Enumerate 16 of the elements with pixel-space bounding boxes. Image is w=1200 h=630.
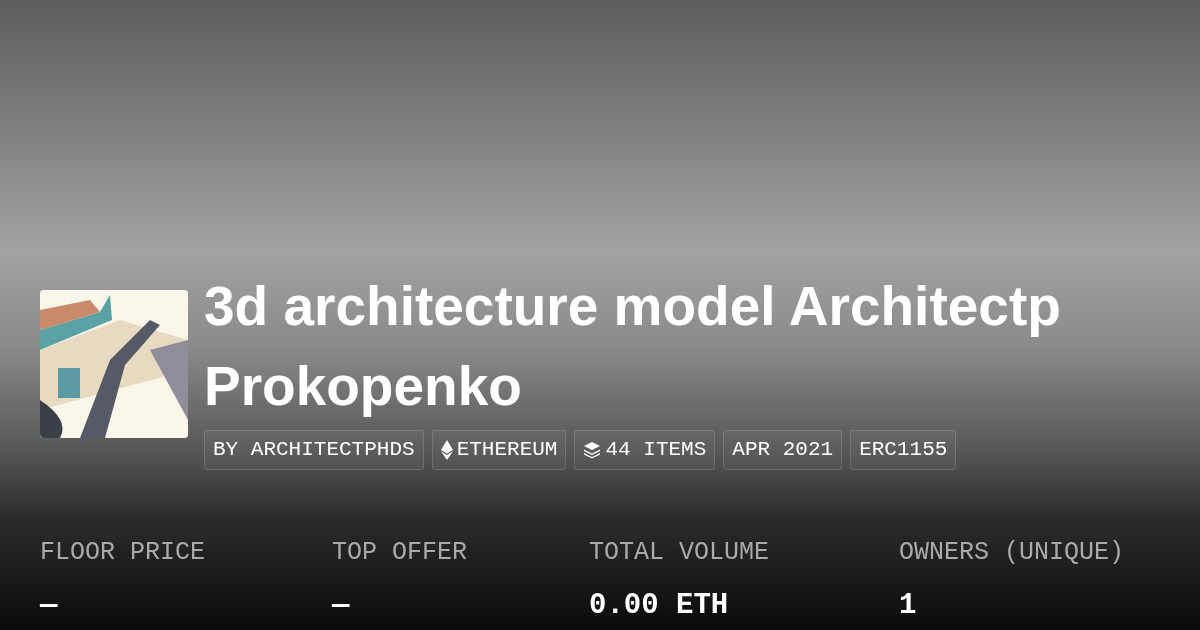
ethereum-icon xyxy=(440,440,453,460)
stat-label: TOP OFFER xyxy=(332,537,469,569)
stat-value: — xyxy=(332,587,351,624)
stat-label: FLOOR PRICE xyxy=(40,537,207,569)
layers-icon xyxy=(583,441,602,459)
stat-label: TOTAL VOLUME xyxy=(589,537,771,569)
stat-value: 0.00 ETH xyxy=(589,587,730,624)
collection-tag: ETHEREUM xyxy=(431,430,567,470)
collection-title: 3d architecture model Architectp Prokopenko xyxy=(204,274,1061,419)
collection-tag: ERC1155 xyxy=(850,430,957,470)
stat-label: OWNERS (UNIQUE) xyxy=(899,537,1126,569)
collection-tag: 44 ITEMS xyxy=(574,430,716,470)
stat-value: 1 xyxy=(899,587,918,624)
collection-tag: BY ARCHITECTPHDS xyxy=(204,430,424,470)
collection-tag: APR 2021 xyxy=(723,430,843,470)
stat-value: — xyxy=(40,587,59,624)
